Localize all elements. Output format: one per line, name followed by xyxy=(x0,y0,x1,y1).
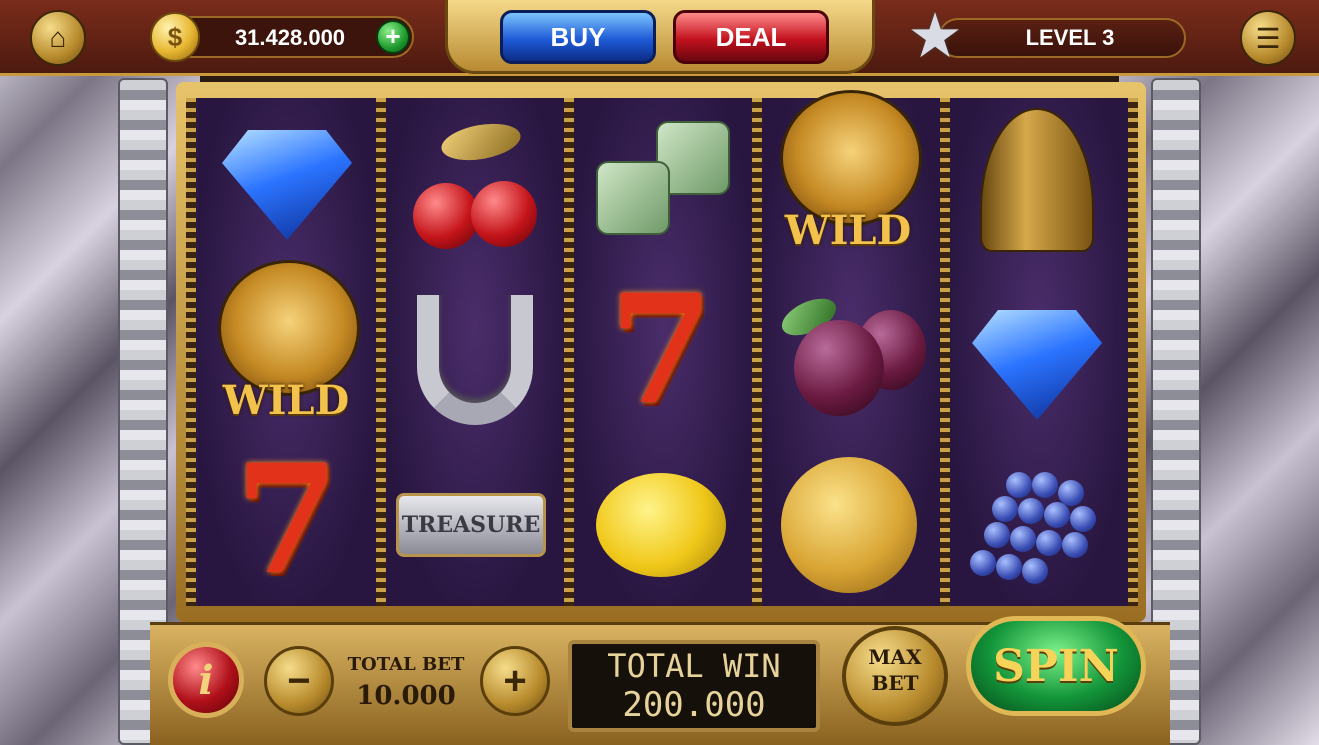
info-button[interactable]: i xyxy=(168,642,244,718)
diamond-icon xyxy=(222,130,352,240)
grapes-icon xyxy=(962,450,1112,600)
seven-label: 7 xyxy=(234,432,340,608)
horseshoe-icon xyxy=(417,295,533,425)
star-icon: ★ xyxy=(907,2,963,71)
increase-bet-button[interactable]: + xyxy=(480,646,550,716)
lemon-icon xyxy=(596,473,726,577)
cherries-symbol xyxy=(400,110,550,260)
horseshoe-symbol xyxy=(400,285,550,435)
seven-symbol: 7 xyxy=(586,275,736,425)
plum-icon xyxy=(774,280,926,430)
total-bet-label: TOTAL BET xyxy=(347,654,465,675)
melon-icon xyxy=(781,457,917,593)
reel-divider xyxy=(186,98,196,606)
treasure-label: TREASURE xyxy=(396,493,546,557)
spin-button[interactable]: SPIN xyxy=(966,616,1146,716)
reel-divider xyxy=(1128,98,1138,606)
deal-button[interactable]: DEAL xyxy=(673,10,829,64)
diamond-symbol xyxy=(212,110,362,260)
reel-divider xyxy=(940,98,950,606)
dice-icon xyxy=(586,115,736,255)
decrease-bet-button[interactable]: − xyxy=(264,646,334,716)
lion-icon xyxy=(218,260,360,396)
cherry-icon xyxy=(405,115,545,255)
melon-symbol xyxy=(774,450,924,600)
coin-balance: 31.428.000 xyxy=(234,25,346,50)
wild-label: WILD xyxy=(222,377,350,424)
reel-divider xyxy=(564,98,574,606)
add-coins-button[interactable]: + xyxy=(376,20,410,54)
menu-icon: ☰ xyxy=(1255,22,1281,54)
bell-symbol xyxy=(962,105,1112,255)
level-label: LEVEL 3 xyxy=(1025,25,1115,50)
treasure-symbol: TREASURE xyxy=(396,450,546,600)
dice-symbol xyxy=(586,110,736,260)
reel-divider xyxy=(376,98,386,606)
seven-symbol: 7 xyxy=(212,445,362,595)
wild-lion-symbol: WILD xyxy=(768,90,922,254)
diamond-icon xyxy=(972,310,1102,420)
grapes-symbol xyxy=(962,450,1112,600)
max-bet-label: MAX BET xyxy=(868,645,922,695)
seven-label: 7 xyxy=(608,262,714,438)
coin-icon: $ xyxy=(150,12,200,62)
home-button[interactable]: ⌂ xyxy=(30,10,86,66)
lemon-symbol xyxy=(586,450,736,600)
menu-button[interactable]: ☰ xyxy=(1240,10,1296,66)
total-win-value: 200.000 xyxy=(622,685,766,725)
bell-icon xyxy=(980,108,1094,252)
reel-divider xyxy=(752,98,762,606)
total-bet-value: 10.000 xyxy=(356,681,456,711)
lion-icon xyxy=(780,90,922,226)
wild-label: WILD xyxy=(784,207,912,254)
wild-lion-symbol: WILD xyxy=(206,260,360,424)
buy-button[interactable]: BUY xyxy=(500,10,656,64)
home-icon: ⌂ xyxy=(49,22,67,53)
plums-symbol xyxy=(774,280,926,430)
total-win-label: TOTAL WIN xyxy=(607,647,781,685)
diamond-symbol xyxy=(962,290,1112,440)
